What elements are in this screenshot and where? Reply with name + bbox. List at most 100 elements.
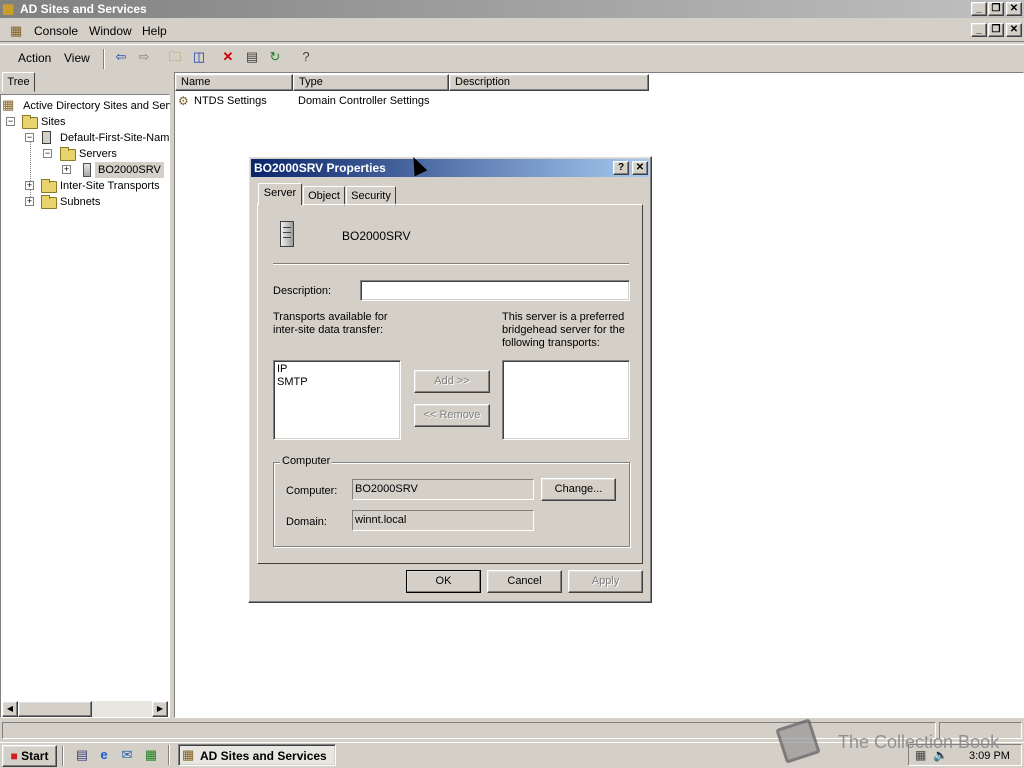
delete-icon[interactable]: ✕ xyxy=(219,48,237,66)
refresh-icon[interactable]: ↻ xyxy=(266,48,284,66)
scroll-left-icon[interactable]: ◀ xyxy=(2,701,18,717)
folder-icon xyxy=(22,115,38,129)
tree-item-label: Active Directory Sites and Serv xyxy=(23,100,175,112)
list-item[interactable]: IP xyxy=(277,363,287,375)
back-icon[interactable]: ⇦ xyxy=(112,48,130,66)
expand-transports-icon[interactable]: + xyxy=(25,181,34,190)
toolbar: Action View xyxy=(0,44,1024,72)
collapse-site-icon[interactable]: − xyxy=(25,133,34,142)
task-button-ad-sites[interactable]: ▦ AD Sites and Services xyxy=(178,744,336,766)
app-icon: ▦ xyxy=(2,1,15,16)
tree-tab-area: Tree xyxy=(0,72,172,94)
description-label: Description: xyxy=(273,285,332,297)
tree-item-inter-site-transports[interactable]: Inter-Site Transports xyxy=(60,178,160,194)
ad-sites-icon: ▦ xyxy=(2,97,15,112)
minimize-button[interactable]: _ xyxy=(971,2,987,16)
internet-explorer-icon[interactable]: e xyxy=(96,747,112,763)
forward-icon[interactable]: ⇨ xyxy=(135,48,153,66)
preferred-transports-list[interactable] xyxy=(502,360,630,440)
list-item[interactable]: SMTP xyxy=(277,376,308,388)
list-item-type: Domain Controller Settings xyxy=(298,95,430,107)
tree-item-default-site[interactable]: Default-First-Site-Nam xyxy=(60,130,169,146)
taskbar-separator xyxy=(168,745,170,765)
start-button[interactable]: ■ Start xyxy=(2,745,57,767)
column-header-description[interactable]: Description xyxy=(449,74,649,91)
window-title: AD Sites and Services xyxy=(20,2,147,16)
column-header-name[interactable]: Name xyxy=(175,74,293,91)
console-icon: ▦ xyxy=(10,23,23,38)
tab-page: BO2000SRV Description: Transports availa… xyxy=(257,204,643,564)
windows-logo-icon: ■ xyxy=(10,749,18,763)
action-menu[interactable]: Action xyxy=(18,51,51,65)
server-name: BO2000SRV xyxy=(342,229,411,243)
server-large-icon xyxy=(280,221,294,247)
dialog-help-button[interactable]: ? xyxy=(613,161,629,175)
separator xyxy=(273,263,629,265)
child-minimize-button[interactable]: _ xyxy=(971,23,987,37)
tree-item-root[interactable]: ▦ Active Directory Sites and Serv xyxy=(2,97,175,113)
menu-help[interactable]: Help xyxy=(142,24,167,38)
tree-line xyxy=(30,135,31,203)
main-title-bar[interactable]: ▦ AD Sites and Services _ ❐ ✕ xyxy=(0,0,1024,18)
task-label: AD Sites and Services xyxy=(200,749,327,763)
menu-bar: ▦ Console Window Help _ ❐ ✕ xyxy=(0,20,1024,42)
computer-field: BO2000SRV xyxy=(352,479,534,500)
child-restore-button[interactable]: ❐ xyxy=(988,23,1004,37)
description-input[interactable] xyxy=(360,280,630,301)
list-item[interactable]: ⚙ NTDS Settings Domain Controller Settin… xyxy=(177,94,437,110)
computer-label: Computer: xyxy=(286,485,338,497)
start-label: Start xyxy=(21,749,49,763)
ad-sites-quicklaunch-icon[interactable]: ▦ xyxy=(143,747,159,763)
menu-console[interactable]: Console xyxy=(34,24,78,38)
tab-tree[interactable]: Tree xyxy=(2,72,35,92)
column-header-type[interactable]: Type xyxy=(293,74,449,91)
dialog-close-button[interactable]: ✕ xyxy=(632,161,648,175)
scroll-right-icon[interactable]: ▶ xyxy=(152,701,168,717)
menu-window[interactable]: Window xyxy=(89,24,132,38)
remove-button[interactable]: << Remove xyxy=(414,404,490,427)
change-button[interactable]: Change... xyxy=(541,478,616,501)
view-menu[interactable]: View xyxy=(64,51,90,65)
ad-sites-task-icon: ▦ xyxy=(182,747,195,762)
help-icon[interactable]: ? xyxy=(297,48,315,66)
domain-label: Domain: xyxy=(286,516,327,528)
tab-server[interactable]: Server xyxy=(258,183,302,205)
show-hide-tree-icon[interactable]: ◫ xyxy=(190,48,208,66)
expand-server-icon[interactable]: + xyxy=(62,165,71,174)
tree-item-bo2000srv[interactable]: BO2000SRV xyxy=(95,162,164,178)
domain-field: winnt.local xyxy=(352,510,534,531)
server-icon xyxy=(83,163,91,177)
site-icon xyxy=(42,131,51,144)
toolbar-separator xyxy=(103,49,105,69)
transports-available-list[interactable]: IP SMTP xyxy=(273,360,401,440)
tree-item-subnets[interactable]: Subnets xyxy=(60,194,100,210)
collapse-servers-icon[interactable]: − xyxy=(43,149,52,158)
properties-icon[interactable]: ▤ xyxy=(243,48,261,66)
apply-button[interactable]: Apply xyxy=(568,570,643,593)
tree-item-sites[interactable]: Sites xyxy=(41,114,65,130)
child-close-button[interactable]: ✕ xyxy=(1006,23,1022,37)
tree-hscrollbar[interactable]: ◀ ▶ xyxy=(2,701,168,717)
expand-subnets-icon[interactable]: + xyxy=(25,197,34,206)
maximize-button[interactable]: ❐ xyxy=(988,2,1004,16)
computer-groupbox xyxy=(273,462,630,547)
close-button[interactable]: ✕ xyxy=(1006,2,1022,16)
folder-icon xyxy=(41,179,57,193)
dialog-title-bar[interactable]: BO2000SRV Properties ? ✕ xyxy=(251,159,649,177)
tab-security[interactable]: Security xyxy=(346,186,396,206)
up-folder-icon[interactable]: 🗀 xyxy=(166,48,184,66)
add-button[interactable]: Add >> xyxy=(414,370,490,393)
quicklaunch-separator xyxy=(62,746,64,766)
cancel-button[interactable]: Cancel xyxy=(487,570,562,593)
folder-icon xyxy=(60,147,76,161)
tree-item-servers[interactable]: Servers xyxy=(79,146,117,162)
collapse-sites-icon[interactable]: − xyxy=(6,117,15,126)
properties-dialog: BO2000SRV Properties ? ✕ Server Object S… xyxy=(248,156,652,603)
transports-available-label: Transports available for inter-site data… xyxy=(273,311,388,336)
outlook-express-icon[interactable]: ✉ xyxy=(119,747,135,763)
tab-object[interactable]: Object xyxy=(303,186,345,206)
ok-button[interactable]: OK xyxy=(406,570,481,593)
show-desktop-icon[interactable]: ▤ xyxy=(74,747,90,763)
scroll-thumb[interactable] xyxy=(18,701,92,717)
watermark-text: The Collection Book xyxy=(838,732,1000,752)
